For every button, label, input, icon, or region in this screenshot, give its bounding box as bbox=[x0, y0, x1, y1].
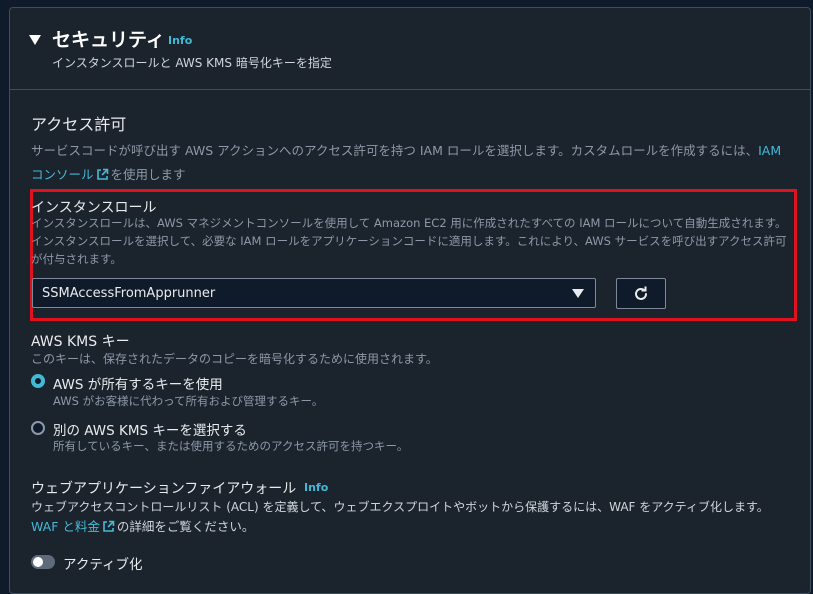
instance-role-selected-value: SSMAccessFromApprunner bbox=[42, 286, 216, 301]
waf-link-line: WAF と料金 の詳細をご覧ください。 bbox=[31, 516, 254, 535]
radio-aws-owned-key-label[interactable]: AWS が所有するキーを使用 bbox=[53, 373, 223, 393]
security-panel: セキュリティ Info インスタンスロールと AWS KMS 暗号化キーを指定 … bbox=[9, 7, 811, 594]
dropdown-arrow-icon bbox=[572, 289, 584, 298]
waf-label: ウェブアプリケーションファイアウォール bbox=[31, 481, 297, 497]
radio-aws-owned-key[interactable] bbox=[31, 374, 45, 388]
instance-role-description: インスタンスロールは、AWS マネジメントコンソールを使用して Amazon E… bbox=[31, 216, 787, 266]
caret-down-icon[interactable] bbox=[29, 35, 41, 45]
external-link-icon bbox=[96, 168, 108, 180]
radio-other-kms-key-label[interactable]: 別の AWS KMS キーを選択する bbox=[53, 419, 247, 439]
refresh-icon bbox=[635, 286, 647, 300]
waf-pricing-link[interactable]: WAF と料金 bbox=[31, 519, 117, 534]
external-link-icon bbox=[103, 520, 115, 532]
waf-info-link[interactable]: Info bbox=[304, 481, 328, 494]
radio-aws-owned-key-description: AWS がお客様に代わって所有および管理するキー。 bbox=[53, 394, 324, 408]
section-description: インスタンスロールと AWS KMS 暗号化キーを指定 bbox=[52, 56, 332, 70]
access-description: サービスコードが呼び出す AWS アクションへのアクセス許可を持つ IAM ロー… bbox=[31, 139, 791, 187]
instance-role-select[interactable]: SSMAccessFromApprunner bbox=[32, 278, 596, 308]
refresh-button[interactable] bbox=[616, 278, 666, 309]
access-desc-suffix: を使用します bbox=[110, 167, 186, 182]
waf-activate-toggle[interactable] bbox=[31, 555, 55, 569]
waf-link-suffix: の詳細をご覧ください。 bbox=[116, 519, 255, 534]
access-desc-text: サービスコードが呼び出す AWS アクションへのアクセス許可を持つ IAM ロー… bbox=[31, 143, 759, 158]
toggle-knob bbox=[33, 557, 43, 567]
waf-description: ウェブアクセスコントロールリスト (ACL) を定義して、ウェブエクスプロイトや… bbox=[31, 500, 769, 514]
waf-activate-label[interactable]: アクティブ化 bbox=[63, 553, 143, 573]
waf-pricing-link-text[interactable]: WAF と料金 bbox=[31, 519, 100, 534]
section-header[interactable]: セキュリティ Info インスタンスロールと AWS KMS 暗号化キーを指定 bbox=[10, 8, 810, 90]
access-title: アクセス許可 bbox=[31, 115, 127, 134]
section-title: セキュリティ bbox=[52, 29, 165, 51]
info-link[interactable]: Info bbox=[168, 34, 192, 47]
kms-label: AWS KMS キー bbox=[31, 334, 130, 350]
radio-other-kms-key[interactable] bbox=[31, 421, 45, 435]
kms-description: このキーは、保存されたデータのコピーを暗号化するために使用されます。 bbox=[31, 352, 438, 366]
radio-other-kms-key-description: 所有しているキー、または使用するためのアクセス許可を持つキー。 bbox=[53, 439, 409, 453]
